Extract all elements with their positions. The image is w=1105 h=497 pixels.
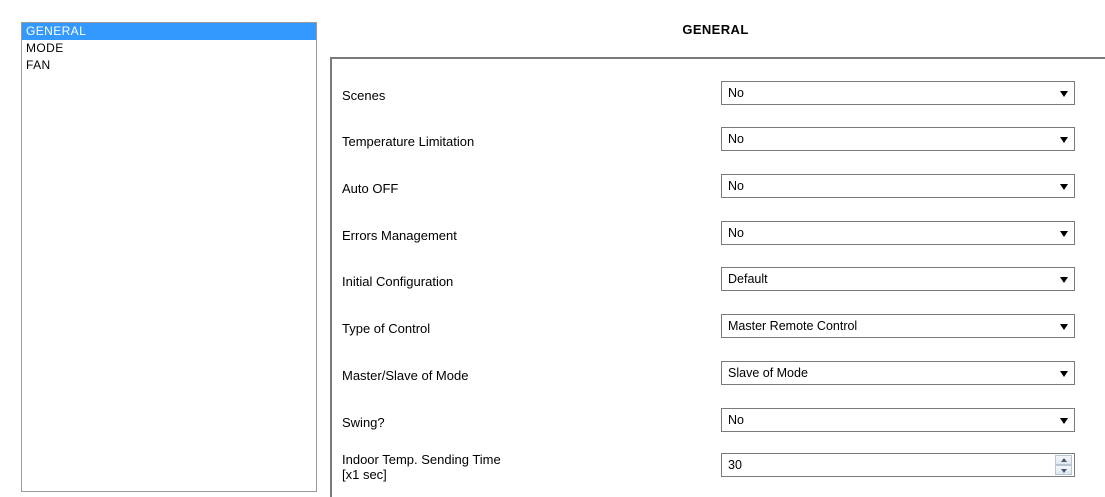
- auto-off-select[interactable]: No: [721, 174, 1075, 198]
- swing-select[interactable]: No: [721, 408, 1075, 432]
- swing-value: No: [728, 413, 744, 427]
- scenes-select[interactable]: No: [721, 81, 1075, 105]
- spin-down-button[interactable]: [1055, 465, 1072, 475]
- initial-configuration-select[interactable]: Default: [721, 267, 1075, 291]
- chevron-down-icon: [1060, 371, 1068, 377]
- temperature-limitation-value: No: [728, 132, 744, 146]
- spin-up-button[interactable]: [1055, 455, 1072, 465]
- swing-label: Swing?: [342, 415, 385, 430]
- type-of-control-select[interactable]: Master Remote Control: [721, 314, 1075, 338]
- chevron-down-icon: [1060, 137, 1068, 143]
- scenes-value: No: [728, 86, 744, 100]
- arrow-down-icon: [1061, 469, 1067, 473]
- chevron-down-icon: [1060, 91, 1068, 97]
- sending-time-label-line1: Indoor Temp. Sending Time: [342, 452, 501, 467]
- sidebar-item-general[interactable]: GENERAL: [22, 23, 316, 40]
- type-of-control-value: Master Remote Control: [728, 319, 858, 333]
- sending-time-label-line2: [x1 sec]: [342, 467, 387, 482]
- page-title: GENERAL: [682, 22, 749, 37]
- chevron-down-icon: [1060, 324, 1068, 330]
- scenes-label: Scenes: [342, 88, 386, 103]
- spin-buttons: [1055, 455, 1072, 475]
- errors-management-label: Errors Management: [342, 228, 457, 243]
- sidebar-item-mode[interactable]: MODE: [22, 40, 316, 57]
- sending-time-spinbox[interactable]: 30: [721, 453, 1075, 477]
- auto-off-label: Auto OFF: [342, 181, 399, 196]
- temperature-limitation-label: Temperature Limitation: [342, 134, 475, 149]
- temperature-limitation-select[interactable]: No: [721, 127, 1075, 151]
- sending-time-value: 30: [728, 458, 742, 472]
- master-slave-mode-label: Master/Slave of Mode: [342, 368, 469, 383]
- errors-management-select[interactable]: No: [721, 221, 1075, 245]
- sidebar-item-fan[interactable]: FAN: [22, 57, 316, 74]
- chevron-down-icon: [1060, 184, 1068, 190]
- master-slave-mode-select[interactable]: Slave of Mode: [721, 361, 1075, 385]
- arrow-up-icon: [1061, 458, 1067, 462]
- errors-management-value: No: [728, 226, 744, 240]
- chevron-down-icon: [1060, 231, 1068, 237]
- type-of-control-label: Type of Control: [342, 321, 431, 336]
- chevron-down-icon: [1060, 277, 1068, 283]
- initial-configuration-value: Default: [728, 272, 768, 286]
- master-slave-mode-value: Slave of Mode: [728, 366, 808, 380]
- sidebar: GENERAL MODE FAN: [21, 22, 317, 492]
- sending-time-label: Indoor Temp. Sending Time [x1 sec]: [342, 452, 501, 482]
- chevron-down-icon: [1060, 418, 1068, 424]
- auto-off-value: No: [728, 179, 744, 193]
- initial-configuration-label: Initial Configuration: [342, 274, 454, 289]
